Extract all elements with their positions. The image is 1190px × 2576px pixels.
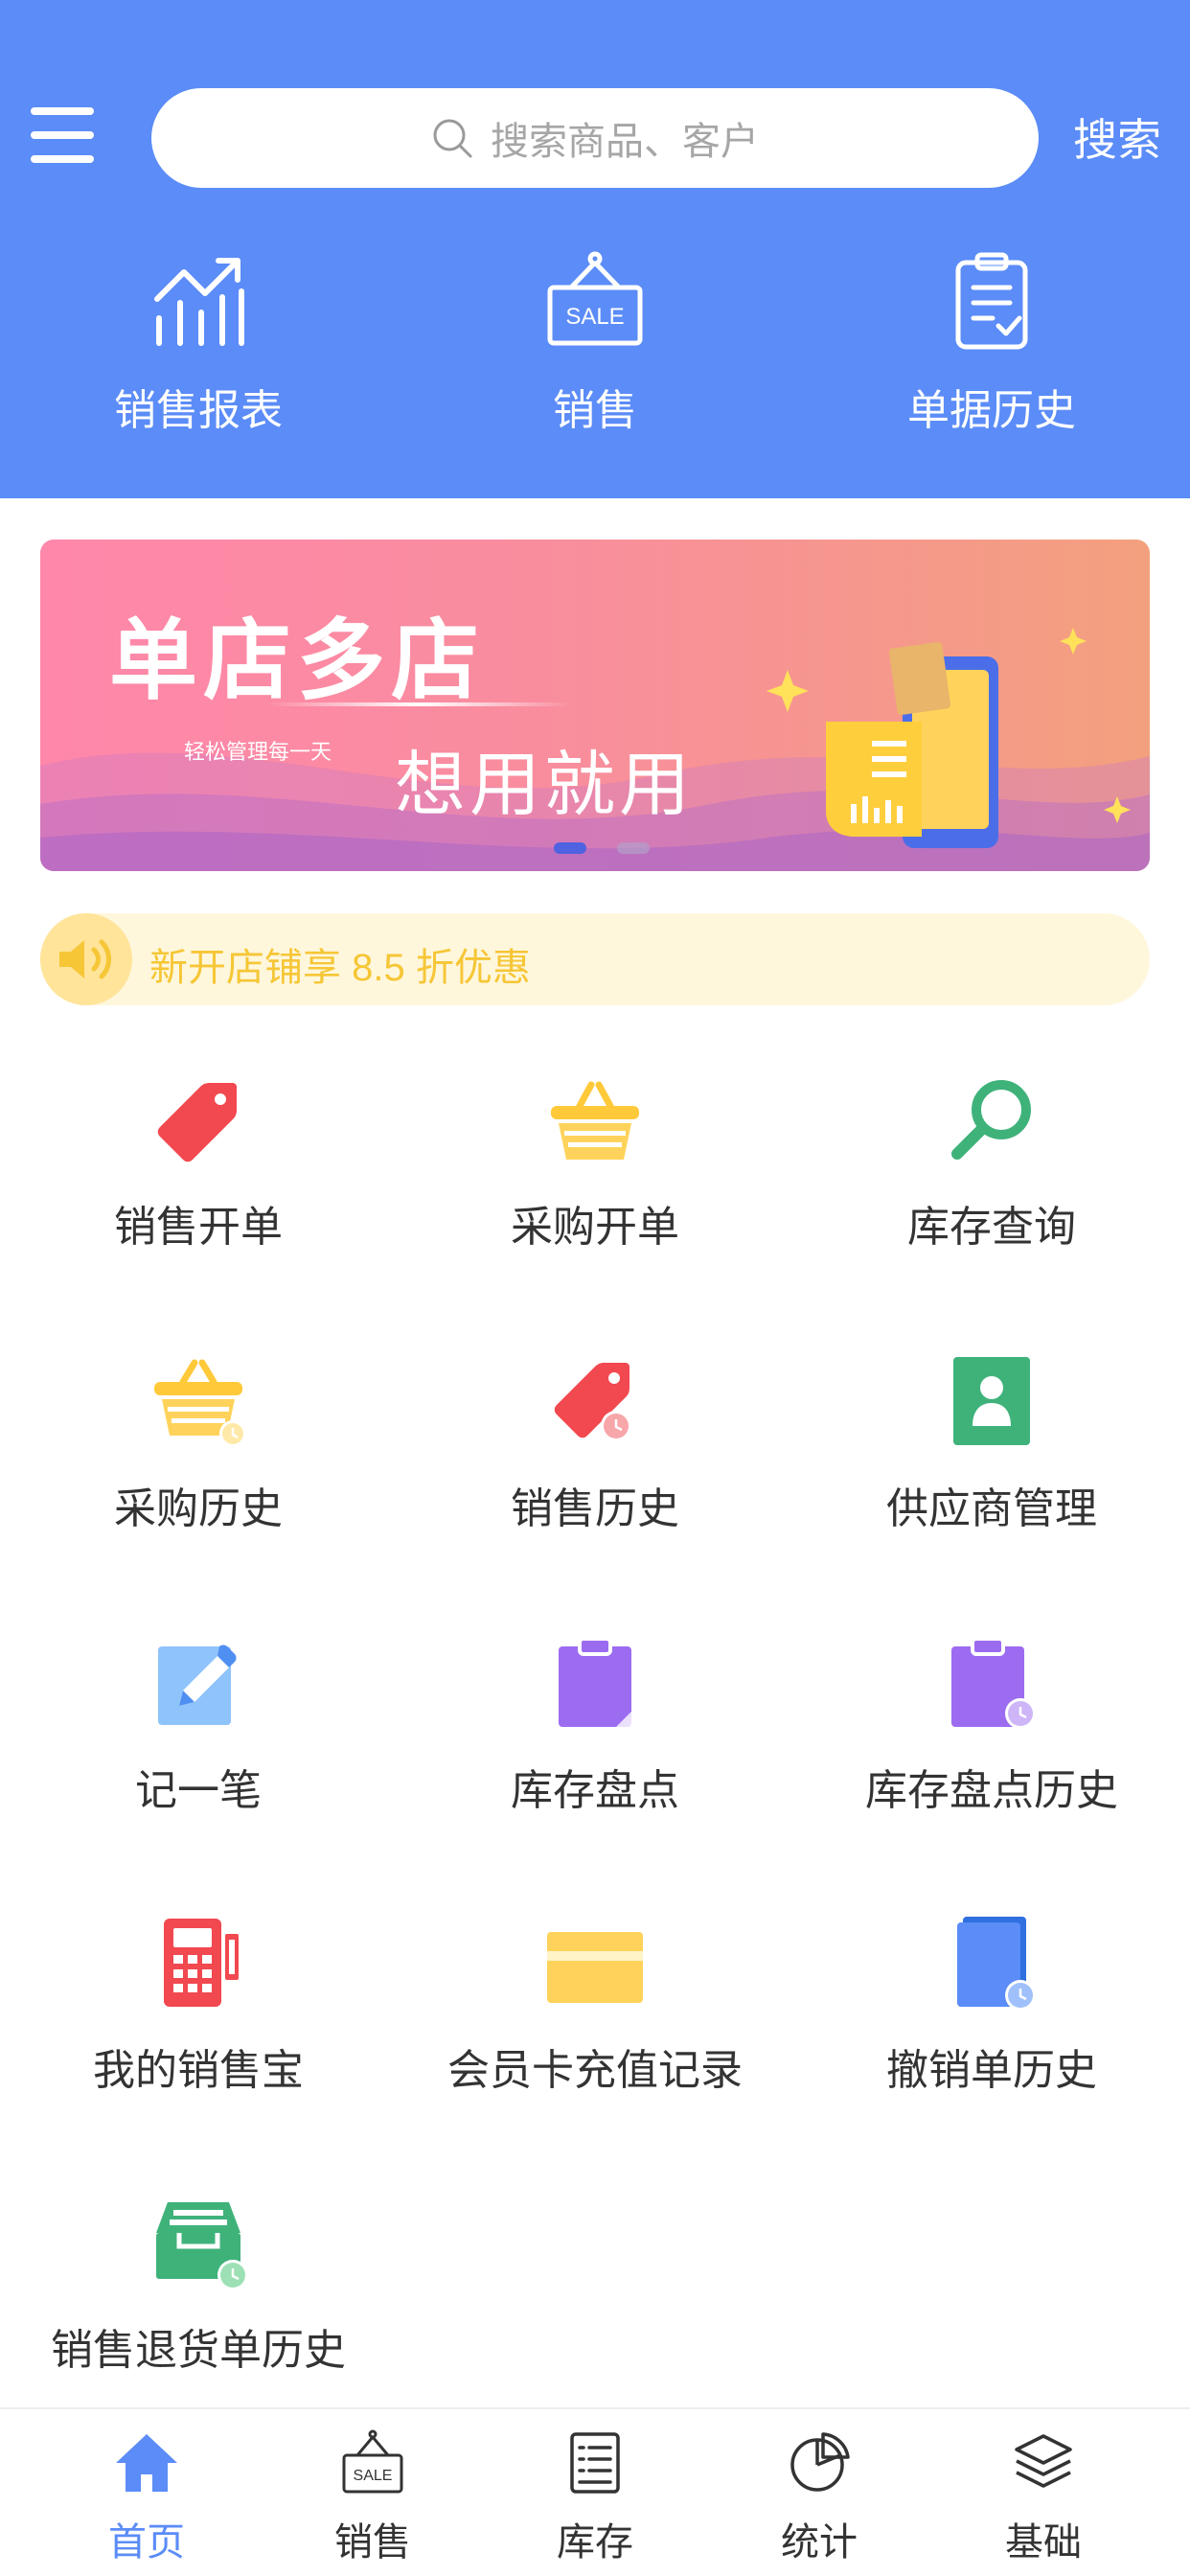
- grid-item-member-card-recharge[interactable]: 会员卡充值记录: [397, 1915, 793, 2106]
- quick-sales-report[interactable]: 销售报表: [0, 249, 397, 460]
- grid-item-purchase-order[interactable]: 采购开单: [397, 1071, 793, 1263]
- banner-subtitle-small: 轻松管理每一天: [184, 740, 332, 764]
- search-button[interactable]: 搜索: [1073, 105, 1161, 169]
- tab-label: 库存: [557, 2521, 633, 2564]
- note-pencil-icon: [150, 1635, 246, 1731]
- promo-banner[interactable]: 单店多店 轻松管理每一天 想用就用: [40, 540, 1150, 871]
- card-icon: [547, 1915, 643, 2011]
- search-input[interactable]: 搜索商品、客户: [151, 88, 1039, 188]
- pie-chart-icon: [790, 2432, 850, 2492]
- notice-bar[interactable]: 新开店铺享 8.5 折优惠: [40, 913, 1150, 1005]
- tab-sales[interactable]: SALE 销售: [261, 2428, 485, 2566]
- search-icon: [433, 119, 472, 158]
- notice-text: 新开店铺享 8.5 折优惠: [149, 947, 531, 989]
- grid-item-sales-order[interactable]: 销售开单: [0, 1071, 397, 1263]
- menu-icon[interactable]: [31, 107, 94, 163]
- sale-sign-icon: SALE: [547, 251, 643, 346]
- grid-label: 撤销单历史: [886, 2047, 1097, 2094]
- basket-icon: [547, 1071, 643, 1167]
- banner-subtitle-big: 想用就用: [395, 745, 694, 824]
- tab-home[interactable]: 首页: [34, 2428, 259, 2566]
- receipt-phone-illustration: [767, 628, 1131, 848]
- tag-history-icon: [547, 1353, 643, 1449]
- grid-item-stock-query[interactable]: 库存查询: [793, 1071, 1190, 1263]
- speaker-icon: [40, 913, 132, 1005]
- price-tag-icon: [150, 1071, 246, 1167]
- carousel-indicator[interactable]: [554, 842, 650, 854]
- pos-terminal-icon: [150, 1915, 246, 2011]
- grid-item-purchase-history[interactable]: 采购历史: [0, 1353, 397, 1545]
- grid-label: 库存查询: [907, 1204, 1076, 1251]
- grid-item-sales-history[interactable]: 销售历史: [397, 1353, 793, 1545]
- supplier-contact-icon: [944, 1353, 1040, 1449]
- grid-label: 记一笔: [135, 1767, 262, 1814]
- clipboard-icon: [547, 1635, 643, 1731]
- grid-label: 销售退货单历史: [51, 2327, 346, 2374]
- svg-text:SALE: SALE: [354, 2468, 393, 2484]
- grid-label: 采购历史: [114, 1485, 283, 1532]
- grid-label: 销售历史: [511, 1485, 679, 1532]
- tab-basics[interactable]: 基础: [931, 2428, 1156, 2566]
- banner-divider: [266, 702, 573, 706]
- grid-label: 库存盘点: [511, 1767, 679, 1814]
- grid-item-void-history[interactable]: 撤销单历史: [793, 1915, 1190, 2106]
- grid-item-supplier-management[interactable]: 供应商管理: [793, 1353, 1190, 1545]
- list-icon: [570, 2432, 620, 2494]
- carousel-dot[interactable]: [617, 842, 650, 854]
- quick-label: 单据历史: [907, 387, 1076, 434]
- search-placeholder: 搜索商品、客户: [491, 121, 759, 163]
- tab-label: 销售: [334, 2521, 411, 2564]
- quick-label: 销售: [553, 387, 637, 434]
- grid-item-stock-count-history[interactable]: 库存盘点历史: [793, 1635, 1190, 1827]
- grid-item-my-sales-device[interactable]: 我的销售宝: [0, 1915, 397, 2106]
- grid-label: 我的销售宝: [93, 2047, 304, 2094]
- grid-item-stock-count[interactable]: 库存盘点: [397, 1635, 793, 1827]
- grid-label: 供应商管理: [886, 1485, 1097, 1532]
- home-icon: [116, 2434, 177, 2492]
- chart-trend-icon: [154, 258, 244, 346]
- carousel-dot-active[interactable]: [554, 842, 586, 854]
- clipboard-history-icon: [944, 1635, 1040, 1731]
- tab-label: 统计: [781, 2521, 858, 2564]
- grid-label: 采购开单: [511, 1204, 679, 1251]
- layers-icon: [1015, 2434, 1072, 2488]
- bottom-tab-bar: 首页 SALE 销售 库存 统计 基础: [0, 2407, 1190, 2576]
- grid-label: 会员卡充值记录: [447, 2047, 743, 2094]
- sale-sign-icon: SALE: [342, 2429, 403, 2494]
- tab-label: 首页: [108, 2521, 185, 2564]
- grid-item-sales-return-history[interactable]: 销售退货单历史: [0, 2195, 397, 2386]
- document-history-icon: [944, 1915, 1040, 2011]
- banner-title: 单店多店: [109, 612, 486, 710]
- grid-label: 库存盘点历史: [865, 1767, 1118, 1814]
- tab-inventory[interactable]: 库存: [483, 2428, 707, 2566]
- header-bar: 搜索商品、客户 搜索 销售报表 SALE 销售 单据历史: [0, 0, 1190, 498]
- return-box-history-icon: [150, 2195, 246, 2290]
- grid-item-quick-note[interactable]: 记一笔: [0, 1635, 397, 1827]
- quick-sales[interactable]: SALE 销售: [397, 249, 793, 460]
- quick-doc-history[interactable]: 单据历史: [793, 249, 1190, 460]
- quick-label: 销售报表: [114, 387, 283, 434]
- magnifier-icon: [944, 1071, 1040, 1167]
- clipboard-check-icon: [955, 252, 1028, 350]
- tab-statistics[interactable]: 统计: [707, 2428, 931, 2566]
- basket-history-icon: [150, 1353, 246, 1449]
- grid-label: 销售开单: [114, 1204, 283, 1251]
- svg-text:SALE: SALE: [565, 304, 624, 330]
- tab-label: 基础: [1005, 2521, 1082, 2564]
